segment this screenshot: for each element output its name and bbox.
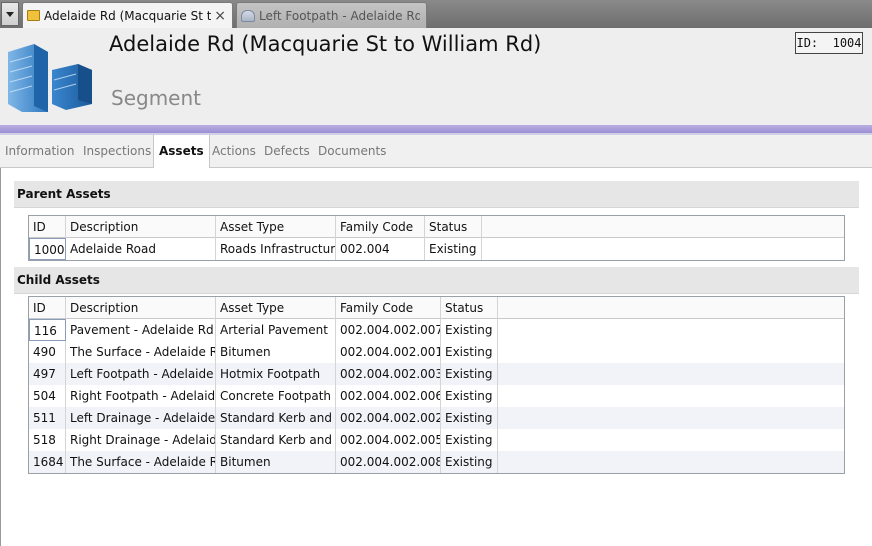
table-row[interactable]: 1000 Adelaide Road Roads Infrastructure …: [29, 238, 844, 260]
table-row[interactable]: 518 Right Drainage - Adelaide Standard K…: [29, 429, 844, 451]
column-header-asset-type[interactable]: Asset Type: [216, 216, 336, 238]
cell-asset-type[interactable]: Arterial Pavement: [216, 319, 336, 341]
column-header-family-code[interactable]: Family Code: [336, 297, 441, 319]
cell-description[interactable]: Right Drainage - Adelaide: [66, 429, 216, 451]
child-assets-grid: ID Description Asset Type Family Code St…: [28, 296, 845, 474]
folder-icon: [27, 10, 40, 21]
document-tab-strip: Adelaide Rd (Macquarie St t... × Left Fo…: [0, 0, 872, 28]
tab-assets[interactable]: Assets: [153, 135, 210, 168]
record-type-subtitle: Segment: [111, 86, 201, 110]
table-row[interactable]: 1684 The Surface - Adelaide Rc Bitumen 0…: [29, 451, 844, 473]
parent-assets-header: Parent Assets: [14, 181, 859, 208]
cell-status[interactable]: Existing: [441, 363, 498, 385]
cell-id[interactable]: 1684: [29, 451, 66, 473]
cell-asset-type[interactable]: Standard Kerb and C: [216, 407, 336, 429]
cell-status[interactable]: Existing: [441, 319, 498, 341]
cell-id[interactable]: 511: [29, 407, 66, 429]
column-header-status[interactable]: Status: [441, 297, 498, 319]
cell-family-code[interactable]: 002.004.002.002: [336, 407, 441, 429]
document-tab-left-footpath[interactable]: Left Footpath - Adelaide Rd...: [236, 2, 427, 28]
tab-inspections[interactable]: Inspections: [83, 135, 151, 167]
cell-asset-type[interactable]: Hotmix Footpath: [216, 363, 336, 385]
cell-id[interactable]: 518: [29, 429, 66, 451]
document-tab-label: Adelaide Rd (Macquarie St t...: [44, 8, 212, 23]
cell-description[interactable]: Right Footpath - Adelaide: [66, 385, 216, 407]
child-assets-header: Child Assets: [14, 267, 859, 294]
cell-status[interactable]: Existing: [425, 238, 482, 260]
page-title: Adelaide Rd (Macquarie St to William Rd): [109, 32, 542, 56]
cell-status[interactable]: Existing: [441, 451, 498, 473]
tab-documents[interactable]: Documents: [318, 135, 386, 167]
cell-id[interactable]: 504: [29, 385, 66, 407]
cell-status[interactable]: Existing: [441, 341, 498, 363]
tab-defects[interactable]: Defects: [264, 135, 310, 167]
cell-asset-type[interactable]: Bitumen: [216, 451, 336, 473]
cell-asset-type[interactable]: Roads Infrastructure: [216, 238, 336, 260]
tab-actions[interactable]: Actions: [212, 135, 256, 167]
tab-list-dropdown-button[interactable]: [1, 2, 19, 26]
cell-description[interactable]: Pavement - Adelaide Rd (: [66, 319, 216, 341]
cell-family-code[interactable]: 002.004.002.001: [336, 341, 441, 363]
cell-id[interactable]: 1000: [29, 238, 66, 260]
cell-description[interactable]: Left Footpath - Adelaide F: [66, 363, 216, 385]
table-row[interactable]: 116 Pavement - Adelaide Rd ( Arterial Pa…: [29, 319, 844, 341]
record-id-badge: ID: 1004: [795, 32, 863, 54]
document-tab-label: Left Footpath - Adelaide Rd...: [259, 8, 420, 23]
cell-family-code[interactable]: 002.004.002.007: [336, 319, 441, 341]
cell-description[interactable]: Adelaide Road: [66, 238, 216, 260]
cell-description[interactable]: The Surface - Adelaide Rc: [66, 451, 216, 473]
column-header-status[interactable]: Status: [425, 216, 482, 238]
table-header-row: ID Description Asset Type Family Code St…: [29, 216, 844, 238]
section-tab-bar: Information Inspections Assets Actions D…: [0, 135, 872, 168]
close-icon[interactable]: ×: [214, 8, 226, 24]
table-row[interactable]: 490 The Surface - Adelaide Rc Bitumen 00…: [29, 341, 844, 363]
cell-asset-type[interactable]: Bitumen: [216, 341, 336, 363]
column-header-family-code[interactable]: Family Code: [336, 216, 425, 238]
table-row[interactable]: 497 Left Footpath - Adelaide F Hotmix Fo…: [29, 363, 844, 385]
cell-family-code[interactable]: 002.004.002.003: [336, 363, 441, 385]
cell-id[interactable]: 116: [29, 319, 66, 341]
cell-description[interactable]: Left Drainage - Adelaide F: [66, 407, 216, 429]
cell-family-code[interactable]: 002.004.002.005: [336, 429, 441, 451]
table-row[interactable]: 504 Right Footpath - Adelaide Concrete F…: [29, 385, 844, 407]
header-accent-stripe: [0, 125, 872, 133]
document-tab-segment[interactable]: Adelaide Rd (Macquarie St t... ×: [22, 2, 233, 28]
cell-family-code[interactable]: 002.004.002.006: [336, 385, 441, 407]
cell-id[interactable]: 497: [29, 363, 66, 385]
chevron-down-icon: [6, 11, 14, 17]
table-row[interactable]: 511 Left Drainage - Adelaide F Standard …: [29, 407, 844, 429]
column-header-id[interactable]: ID: [29, 216, 66, 238]
tab-information[interactable]: Information: [5, 135, 74, 167]
cell-family-code[interactable]: 002.004.002.008: [336, 451, 441, 473]
cell-status[interactable]: Existing: [441, 429, 498, 451]
cell-status[interactable]: Existing: [441, 407, 498, 429]
column-header-description[interactable]: Description: [66, 216, 216, 238]
cell-asset-type[interactable]: Concrete Footpath: [216, 385, 336, 407]
column-header-id[interactable]: ID: [29, 297, 66, 319]
cell-family-code[interactable]: 002.004: [336, 238, 425, 260]
road-icon: [241, 9, 255, 22]
parent-assets-grid: ID Description Asset Type Family Code St…: [28, 215, 845, 261]
column-header-asset-type[interactable]: Asset Type: [216, 297, 336, 319]
buildings-icon: [8, 44, 92, 112]
table-header-row: ID Description Asset Type Family Code St…: [29, 297, 844, 319]
cell-id[interactable]: 490: [29, 341, 66, 363]
cell-status[interactable]: Existing: [441, 385, 498, 407]
cell-description[interactable]: The Surface - Adelaide Rc: [66, 341, 216, 363]
content-border: [0, 168, 1, 546]
cell-asset-type[interactable]: Standard Kerb and C: [216, 429, 336, 451]
column-header-description[interactable]: Description: [66, 297, 216, 319]
